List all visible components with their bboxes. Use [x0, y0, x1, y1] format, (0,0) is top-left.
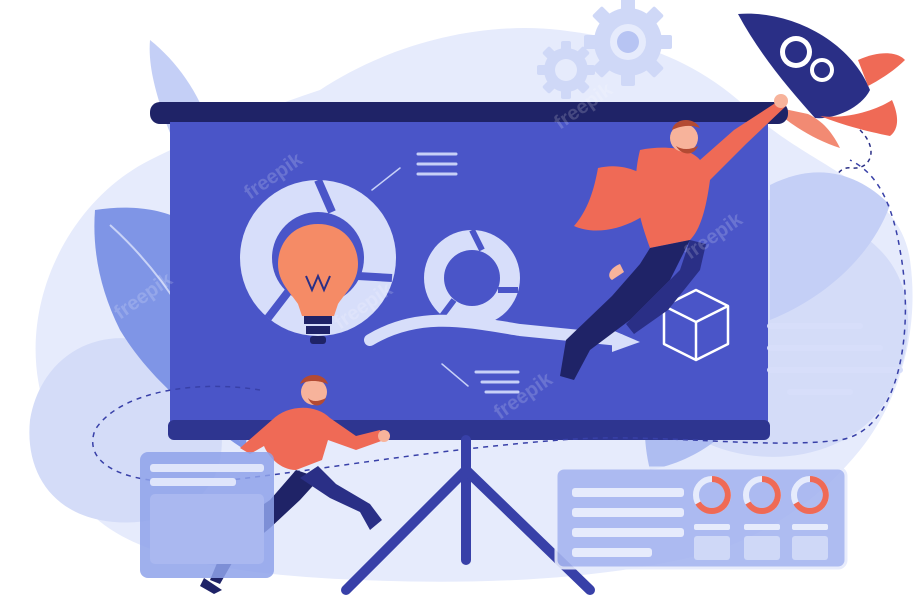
- illustration-scene: freepik freepik freepik freepik freepik …: [0, 0, 922, 600]
- screen-top-bar: [150, 102, 788, 124]
- cycle-arrows-icon-small: [424, 228, 520, 326]
- browser-window-panel: [140, 452, 274, 578]
- gear-icon: [584, 0, 672, 86]
- dashboard-panel: [554, 466, 848, 570]
